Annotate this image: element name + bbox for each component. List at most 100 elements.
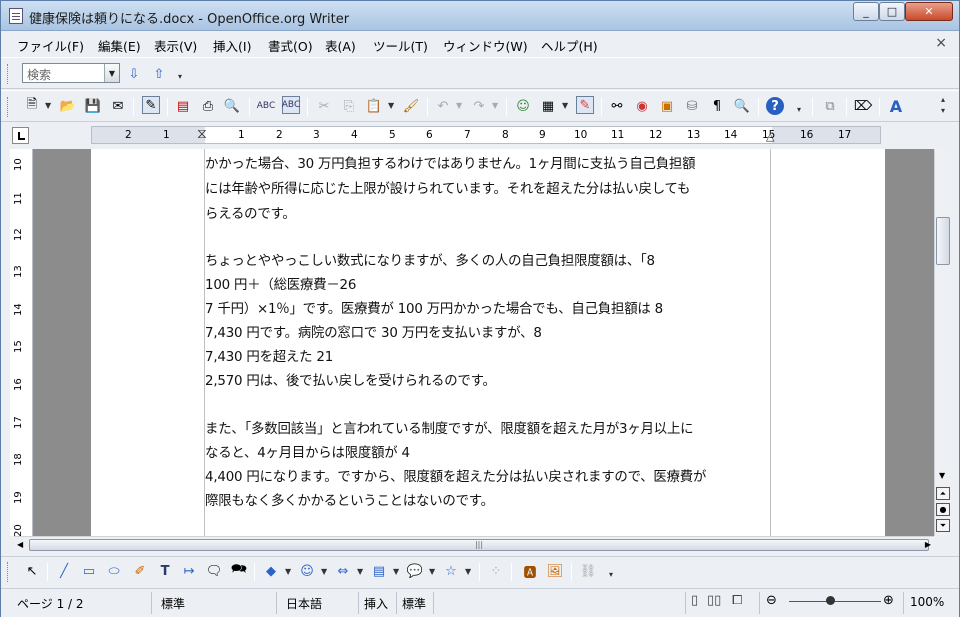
document-text-line[interactable]: には年齢や所得に応じた上限が設けられています。それを超えた分は払い戻しても bbox=[205, 177, 690, 197]
menu-table[interactable]: 表(A) bbox=[325, 36, 356, 55]
find-next-icon[interactable]: ⇩ bbox=[125, 65, 143, 83]
navigation-icon[interactable]: ● bbox=[936, 503, 950, 516]
extrusion-toggle-icon[interactable]: ⛓ bbox=[579, 562, 597, 580]
cut-icon[interactable]: ✂ bbox=[315, 97, 333, 115]
document-text-line[interactable]: ちょっとややっこしい数式になりますが、多くの人の自己負担限度額は、「8 bbox=[205, 249, 655, 269]
chevron-down-icon[interactable]: ▼ bbox=[321, 567, 327, 576]
document-text-line[interactable]: また、「多数回該当」と言われている制度ですが、限度額を超えた月が3ヶ月以上に bbox=[205, 417, 694, 437]
document-text-line[interactable]: 7,430 円です。病院の窓口で 30 万円を支払いますが、8 bbox=[205, 321, 542, 341]
horizontal-scrollbar[interactable]: ◀ ||| ▶ bbox=[14, 536, 934, 553]
show-draw-functions-icon[interactable]: ✎ bbox=[576, 96, 594, 114]
vertical-ruler[interactable]: 10 11 12 13 14 15 16 17 18 19 20 bbox=[10, 149, 33, 537]
single-page-view-icon[interactable]: ▯ bbox=[691, 593, 698, 608]
find-replace-icon[interactable]: ⚯ bbox=[608, 97, 626, 115]
page-indicator[interactable]: ページ 1 / 2 bbox=[17, 595, 84, 612]
chevron-down-icon[interactable]: ▼ bbox=[388, 101, 394, 110]
document-text-line[interactable]: 100 円＋（総医療費－26 bbox=[205, 273, 356, 293]
zoom-slider-knob[interactable] bbox=[826, 596, 835, 605]
language-indicator[interactable]: 日本語 bbox=[286, 595, 322, 612]
close-button[interactable]: ✕ bbox=[905, 2, 953, 21]
document-text-line[interactable]: 4,400 円になります。ですから、限度額を超えた分は払い戻されますので、医療費… bbox=[205, 465, 706, 485]
menu-insert[interactable]: 挿入(I) bbox=[213, 36, 251, 55]
maximize-button[interactable]: □ bbox=[879, 2, 905, 21]
document-text-line[interactable]: 7 千円）×1％」です。医療費が 100 万円かかった場合でも、自己負担額は 8 bbox=[205, 297, 663, 317]
callout-icon[interactable]: 🗨 bbox=[205, 562, 223, 580]
chevron-down-icon[interactable]: ▼ bbox=[104, 64, 119, 82]
menu-view[interactable]: 表示(V) bbox=[154, 36, 197, 55]
menu-file[interactable]: ファイル(F) bbox=[17, 36, 84, 55]
export-pdf-icon[interactable]: ▤ bbox=[174, 97, 192, 115]
format-paintbrush-icon[interactable]: 🖌 bbox=[402, 97, 420, 115]
gallery-icon[interactable]: ▣ bbox=[658, 97, 676, 115]
print-icon[interactable]: ⎙ bbox=[199, 97, 217, 115]
from-file-icon[interactable]: 🖼 bbox=[546, 562, 564, 580]
menu-format[interactable]: 書式(O) bbox=[268, 36, 313, 55]
toolbar-overflow-icon[interactable]: ▾ bbox=[178, 72, 182, 81]
multi-page-view-icon[interactable]: ▯▯ bbox=[707, 593, 721, 608]
navigator-icon[interactable]: ☺ bbox=[514, 97, 532, 115]
horizontal-ruler[interactable]: 2 1 ⧖ 1 2 3 4 5 6 7 8 9 10 11 12 13 14 1… bbox=[91, 126, 881, 144]
email-document-icon[interactable]: ✉ bbox=[109, 97, 127, 115]
zoom-level[interactable]: 100% bbox=[910, 595, 944, 609]
undo-icon[interactable]: ↶ bbox=[434, 97, 452, 115]
table-icon[interactable]: ▦ bbox=[539, 97, 557, 115]
zoom-out-icon[interactable]: ⊖ bbox=[766, 593, 777, 608]
select-pointer-icon[interactable]: ↖ bbox=[23, 562, 41, 580]
document-text-line[interactable]: らえるのです。 bbox=[205, 202, 296, 222]
callouts-shapes-icon[interactable]: 💬 bbox=[406, 562, 424, 580]
spellcheck-icon[interactable]: ABC bbox=[257, 97, 275, 115]
vertical-scroll-thumb[interactable] bbox=[936, 217, 950, 265]
comment-callout-icon[interactable]: 🗪 bbox=[230, 562, 248, 580]
vertical-scrollbar[interactable]: ▼ ⏶ ● ⏷ bbox=[934, 149, 951, 536]
next-page-icon[interactable]: ⏷ bbox=[936, 519, 950, 532]
chevron-down-icon[interactable]: ▼ bbox=[562, 101, 568, 110]
connector-icon[interactable]: ↦ bbox=[180, 562, 198, 580]
document-text-line[interactable]: なると、4ヶ月目からは限度額が 4 bbox=[205, 441, 410, 461]
edit-file-icon[interactable]: ✎ bbox=[142, 96, 160, 114]
freeform-line-icon[interactable]: ✐ bbox=[131, 562, 149, 580]
selection-mode[interactable]: 標準 bbox=[402, 595, 426, 612]
new-document-icon[interactable]: 🗎 bbox=[23, 97, 41, 115]
toolbar-overflow-icon[interactable]: ▾ bbox=[797, 105, 801, 114]
insert-frame-icon[interactable]: ⧉ bbox=[821, 97, 839, 115]
copy-icon[interactable]: ⎘ bbox=[340, 97, 358, 115]
toolbar-overflow-icon[interactable]: ▾ bbox=[609, 570, 613, 579]
fontwork-icon[interactable]: A bbox=[887, 97, 905, 116]
document-text-line[interactable]: 際限もなく多くかかるということはないのです。 bbox=[205, 489, 494, 509]
scroll-down-icon[interactable]: ▼ bbox=[939, 471, 945, 480]
insert-mode[interactable]: 挿入 bbox=[364, 595, 388, 612]
chevron-down-icon[interactable]: ▼ bbox=[465, 567, 471, 576]
symbol-shapes-icon[interactable]: ☺ bbox=[298, 562, 316, 580]
horizontal-scroll-thumb[interactable]: ||| bbox=[29, 539, 929, 551]
formatting-marks-icon[interactable]: ¶ bbox=[708, 97, 726, 115]
indent-marker-icon[interactable]: ⧖ bbox=[197, 126, 207, 142]
scroll-right-icon[interactable]: ▶ bbox=[925, 540, 931, 549]
basic-shapes-icon[interactable]: ◆ bbox=[262, 562, 280, 580]
line-icon[interactable]: ╱ bbox=[55, 562, 73, 580]
menu-window[interactable]: ウィンドウ(W) bbox=[443, 36, 528, 55]
document-text-line[interactable]: かかった場合、30 万円負担するわけではありません。1ヶ月間に支払う自己負担額 bbox=[205, 152, 695, 172]
block-arrows-icon[interactable]: ⇔ bbox=[334, 562, 352, 580]
fontwork-gallery-icon[interactable]: 🅰 bbox=[521, 562, 539, 581]
minimize-button[interactable]: _ bbox=[853, 2, 879, 21]
previous-page-icon[interactable]: ⏶ bbox=[936, 487, 950, 500]
rectangle-icon[interactable]: ▭ bbox=[80, 562, 98, 580]
find-previous-icon[interactable]: ⇧ bbox=[150, 65, 168, 83]
chevron-down-icon[interactable]: ▼ bbox=[492, 101, 498, 110]
toolbar-grip[interactable] bbox=[7, 97, 11, 117]
redo-icon[interactable]: ↷ bbox=[470, 97, 488, 115]
toolbar-grip[interactable] bbox=[7, 562, 11, 582]
tab-stop-type-selector[interactable] bbox=[12, 127, 29, 144]
toolbar-grip[interactable] bbox=[7, 64, 11, 84]
stars-icon[interactable]: ☆ bbox=[442, 562, 460, 580]
menu-help[interactable]: ヘルプ(H) bbox=[541, 36, 598, 55]
chevron-down-icon[interactable]: ▼ bbox=[393, 567, 399, 576]
clone-formatting-icon[interactable]: ⌦ bbox=[854, 97, 872, 115]
close-document-icon[interactable]: × bbox=[935, 35, 947, 51]
chevron-down-icon[interactable]: ▼ bbox=[45, 101, 51, 110]
chevron-down-icon[interactable]: ▼ bbox=[357, 567, 363, 576]
chevron-down-icon[interactable]: ▼ bbox=[285, 567, 291, 576]
toolbar-overflow-icon[interactable]: ▾ bbox=[941, 106, 945, 115]
find-input[interactable]: 検索 ▼ bbox=[22, 63, 120, 83]
autospellcheck-icon[interactable]: ABC bbox=[282, 96, 300, 114]
